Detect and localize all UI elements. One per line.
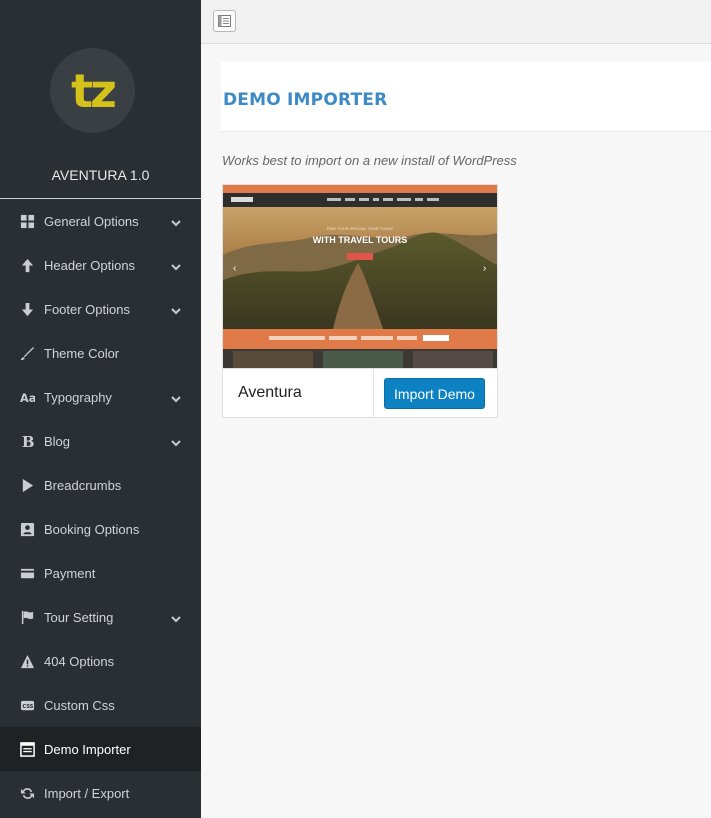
sidebar-item-booking-options[interactable]: Booking Options [0,507,201,551]
divider [373,369,374,418]
sidebar-item-header-options[interactable]: Header Options [0,243,201,287]
sidebar-item-label: Import / Export [44,785,130,801]
sidebar-item-breadcrumbs[interactable]: Breadcrumbs [0,463,201,507]
svg-text:B: B [21,434,34,449]
sidebar-item-custom-css[interactable]: CSS Custom Css [0,683,201,727]
theme-version: AVENTURA 1.0 [51,167,150,183]
svg-text:Aa: Aa [20,392,35,405]
window-icon [0,741,44,757]
sidebar-item-blog[interactable]: B Blog [0,419,201,463]
refresh-icon [0,786,44,801]
importer-description: Works best to import on a new install of… [222,153,517,168]
brand-area: tz AVENTURA 1.0 [0,0,201,199]
chevron-down-icon [171,260,181,271]
sidebar-item-general-options[interactable]: General Options [0,199,201,243]
section-header: DEMO IMPORTER [221,62,711,132]
chevron-down-icon [171,216,181,227]
sidebar-item-import-export[interactable]: Import / Export [0,771,201,815]
demo-name: Aventura [238,384,302,401]
credit-card-icon [0,566,44,581]
top-bar [201,0,711,44]
arrow-up-icon [0,258,44,273]
options-menu: General Options Header Options Footer Op… [0,199,201,815]
sidebar-item-label: Booking Options [44,521,140,537]
logo: tz [50,48,135,133]
sidebar-item-demo-importer[interactable]: Demo Importer [0,727,201,771]
sidebar-item-label: 404 Options [44,653,115,669]
warning-icon [0,654,44,669]
sidebar-item-label: Demo Importer [44,741,131,757]
sidebar-item-label: Payment [44,565,96,581]
svg-text:FIND YOUR SPECIAL TOUR TODAY: FIND YOUR SPECIAL TOUR TODAY [327,226,394,231]
demo-hero-text: WITH TRAVEL TOURS [313,235,408,245]
main-content: DEMO IMPORTER Works best to import on a … [201,44,711,818]
toggle-layout-button[interactable] [213,10,236,32]
bold-b-icon: B [0,434,44,449]
sidebar-item-label: Custom Css [44,697,115,713]
logo-text: tz [71,63,117,118]
grid-icon [0,214,44,229]
import-demo-button[interactable]: Import Demo [384,378,485,409]
demo-preview-image: FIND YOUR SPECIAL TOUR TODAY WITH TRAVEL… [223,185,497,368]
demo-card-footer: Aventura Import Demo [223,368,497,418]
contact-card-icon [0,522,44,537]
demo-thumbnail[interactable]: FIND YOUR SPECIAL TOUR TODAY WITH TRAVEL… [223,185,497,368]
sidebar-item-footer-options[interactable]: Footer Options [0,287,201,331]
svg-text:‹: ‹ [233,263,236,274]
page-title: DEMO IMPORTER [223,90,388,110]
sidebar-item-payment[interactable]: Payment [0,551,201,595]
sidebar-item-tour-setting[interactable]: Tour Setting [0,595,201,639]
flag-icon [0,610,44,625]
chevron-down-icon [171,304,181,315]
demo-card: FIND YOUR SPECIAL TOUR TODAY WITH TRAVEL… [222,184,498,418]
arrow-down-icon [0,302,44,317]
sidebar-item-404-options[interactable]: 404 Options [0,639,201,683]
sidebar-item-theme-color[interactable]: Theme Color [0,331,201,375]
play-icon [0,478,44,493]
css-file-icon: CSS [0,698,44,713]
layout-icon [218,15,231,27]
sidebar-item-typography[interactable]: Aa Typography [0,375,201,419]
svg-text:›: › [483,263,486,274]
svg-text:CSS: CSS [22,703,33,709]
sidebar: tz AVENTURA 1.0 General Options Header O… [0,0,201,818]
chevron-down-icon [171,436,181,447]
sidebar-item-label: Breadcrumbs [44,477,122,493]
font-icon: Aa [0,390,44,405]
chevron-down-icon [171,612,181,623]
sidebar-item-label: Theme Color [44,345,120,361]
brush-icon [0,346,44,361]
chevron-down-icon [171,392,181,403]
